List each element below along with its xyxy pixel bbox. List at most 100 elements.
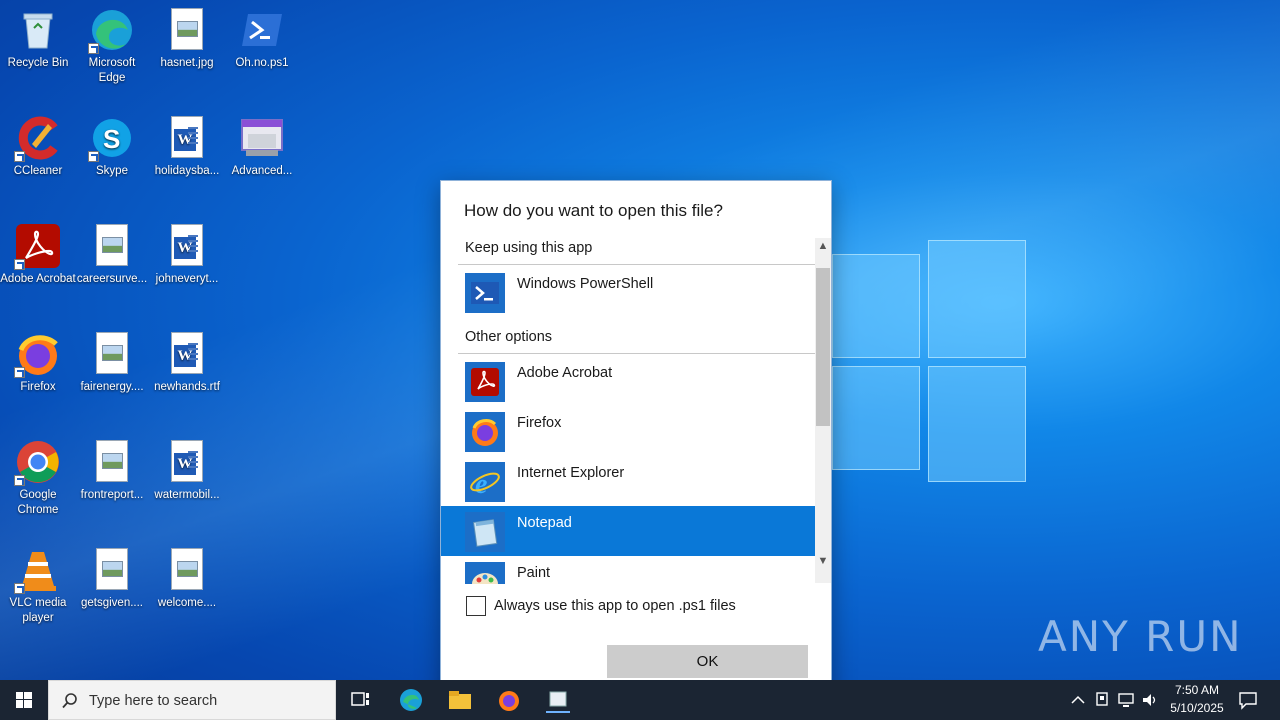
acrobat-icon [14,222,62,270]
desktop-icon[interactable]: Microsoft Edge [74,6,150,86]
desktop-icon-label: getsgiven.... [80,597,143,609]
open-with-taskbar-icon[interactable] [544,686,572,714]
powershell-icon [238,6,286,54]
desktop-icon[interactable]: frontreport... [74,438,150,503]
image-file-icon [163,6,211,54]
keep-divider [458,264,815,265]
desktop-icon-label: frontreport... [80,489,144,501]
desktop-icon[interactable]: Wjohneveryt... [149,222,225,287]
desktop-icon-label: Microsoft Edge [88,57,136,84]
dialog-title: How do you want to open this file? [464,201,723,220]
desktop-icon-label: Google Chrome [17,489,59,516]
scroll-down-arrow-icon[interactable]: ▼ [815,553,831,569]
shortcut-arrow-icon [14,259,25,270]
internet-explorer-icon: e [465,462,505,502]
desktop-icon-label: CCleaner [13,165,63,177]
firefox-icon [14,330,62,378]
ok-button[interactable]: OK [607,645,808,678]
desktop-icon[interactable]: Wholidaysba... [149,114,225,179]
desktop-icon-label: welcome.... [157,597,217,609]
chrome-icon [14,438,62,486]
app-label: Internet Explorer [517,465,625,481]
shortcut-arrow-icon [88,43,99,54]
word-doc-icon: W [163,222,211,270]
desktop-icon-label: Skype [96,165,128,177]
image-file-icon [88,438,136,486]
desktop-icon[interactable]: CCleaner [0,114,76,179]
edge-taskbar-icon[interactable] [397,686,425,714]
app-option-notepad[interactable]: Notepad [441,506,831,556]
windows-logo-icon [16,692,32,708]
desktop-icon[interactable]: Adobe Acrobat [0,222,76,287]
desktop-icon-label: careersurve... [76,273,148,285]
recycle-bin-icon [14,6,62,54]
app-label: Firefox [517,415,562,431]
shortcut-arrow-icon [14,583,25,594]
desktop-icon[interactable]: Oh.no.ps1 [224,6,300,71]
svg-text:S: S [103,124,120,154]
image-file-icon [163,546,211,594]
desktop-icon[interactable]: Wnewhands.rtf [149,330,225,395]
desktop-icon[interactable]: getsgiven.... [74,546,150,611]
desktop-icon[interactable]: Recycle Bin [0,6,76,71]
clock-time[interactable]: 7:50 AM [1166,683,1228,697]
desktop-icon-label: johneveryt... [155,273,219,285]
search-placeholder: Type here to search [89,693,218,709]
image-file-icon [88,546,136,594]
file-explorer-icon[interactable] [446,686,474,714]
desktop-icon[interactable]: Wwatermobil... [149,438,225,503]
network-icon[interactable] [1116,688,1136,712]
volume-icon[interactable] [1140,688,1160,712]
shortcut-arrow-icon [88,151,99,162]
desktop-icon[interactable]: S Skype [74,114,150,179]
app-option-internet-explorer[interactable]: e Internet Explorer [441,456,816,506]
desktop-icon-label: Recycle Bin [7,57,69,69]
anyrun-watermark: ANY RUN [1038,612,1243,661]
image-file-icon [88,330,136,378]
clock-date[interactable]: 5/10/2025 [1166,701,1228,715]
ccleaner-icon [14,114,62,162]
desktop-icon-label: hasnet.jpg [160,57,214,69]
desktop-icon[interactable]: hasnet.jpg [149,6,225,71]
desktop-icon[interactable]: Firefox [0,330,76,395]
always-use-checkbox[interactable] [466,596,486,616]
scroll-thumb[interactable] [816,268,830,426]
taskbar-search-box[interactable]: Type here to search [48,680,336,720]
desktop-icon[interactable]: careersurve... [74,222,150,287]
other-divider [458,353,815,354]
desktop-icon[interactable]: VLC media player [0,546,76,626]
other-options-header: Other options [465,329,553,345]
desktop-icon[interactable]: welcome.... [149,546,225,611]
desktop-icon[interactable]: Google Chrome [0,438,76,518]
desktop-icon[interactable]: fairenergy.... [74,330,150,395]
search-icon [62,693,77,709]
advanced-app-icon [238,114,286,162]
word-doc-icon: W [163,438,211,486]
app-option-windows-powershell[interactable]: Windows PowerShell [441,267,816,317]
svg-text:e: e [475,469,487,500]
app-option-firefox[interactable]: Firefox [441,406,816,456]
app-option-paint[interactable]: Paint [441,556,816,584]
app-label: Adobe Acrobat [517,365,613,381]
firefox-taskbar-icon[interactable] [495,686,523,714]
desktop-icon-label: fairenergy.... [80,381,144,393]
word-doc-icon: W [163,114,211,162]
vlc-icon [14,546,62,594]
notifications-icon[interactable] [1236,688,1260,712]
task-view-icon[interactable] [347,686,375,714]
skype-icon: S [88,114,136,162]
scroll-up-arrow-icon[interactable]: ▲ [815,238,831,254]
open-with-dialog: How do you want to open this file? Keep … [440,180,832,702]
shortcut-arrow-icon [14,475,25,486]
app-option-adobe-acrobat[interactable]: Adobe Acrobat [441,356,816,406]
shortcut-arrow-icon [14,151,25,162]
powershell-icon [465,273,505,313]
tray-device-icon[interactable] [1092,688,1112,712]
start-button[interactable] [0,680,48,720]
desktop-icon-label: Oh.no.ps1 [235,57,289,69]
app-list-scrollbar[interactable]: ▲ ▼ [815,238,831,583]
app-label: Windows PowerShell [517,276,654,292]
show-hidden-icons-chevron-icon[interactable] [1068,688,1088,712]
taskbar: Type here to search 7:50 AM 5/10/2025 [0,680,1280,720]
desktop-icon[interactable]: Advanced... [224,114,300,179]
